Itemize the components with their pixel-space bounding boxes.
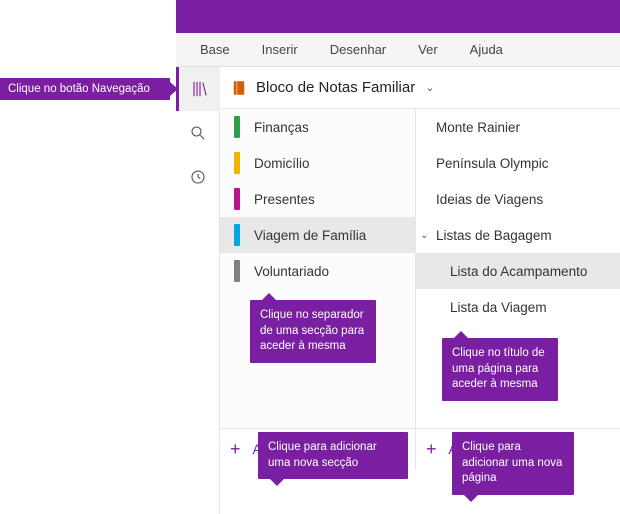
sections-panel: Finanças Domicílio Presentes Viagem de F…: [220, 109, 416, 470]
nav-notebooks-button[interactable]: [176, 67, 220, 111]
navigation-rail: [176, 67, 220, 514]
callout-navigation: Clique no botão Navegação: [0, 78, 170, 100]
nav-search-button[interactable]: [176, 111, 220, 155]
page-label: Ideias de Viagens: [436, 192, 543, 207]
plus-icon: +: [230, 439, 241, 460]
search-icon: [189, 124, 207, 142]
section-item-presentes[interactable]: Presentes: [220, 181, 415, 217]
page-subitem[interactable]: Lista do Acampamento: [416, 253, 620, 289]
clock-icon: [189, 168, 207, 186]
plus-icon: +: [426, 439, 437, 460]
page-label: Listas de Bagagem: [436, 228, 552, 243]
books-icon: [191, 80, 209, 98]
pages-panel: Monte Rainier Península Olympic Ideias d…: [416, 109, 620, 470]
page-label: Lista do Acampamento: [450, 264, 587, 279]
callout-add-page: Clique para adicionar uma nova página: [452, 432, 574, 495]
section-color-tab: [234, 224, 240, 246]
tab-base[interactable]: Base: [184, 33, 246, 66]
section-label: Voluntariado: [254, 264, 329, 279]
tab-inserir[interactable]: Inserir: [246, 33, 314, 66]
section-label: Finanças: [254, 120, 309, 135]
page-item-expandable[interactable]: ⌄ Listas de Bagagem: [416, 217, 620, 253]
section-color-tab: [234, 116, 240, 138]
callout-text: Clique para adicionar uma nova secção: [268, 441, 377, 469]
callout-navigation-text: Clique no botão Navegação: [8, 83, 150, 95]
page-label: Monte Rainier: [436, 120, 520, 135]
notebook-title: Bloco de Notas Familiar: [256, 79, 415, 96]
page-label: Lista da Viagem: [450, 300, 547, 315]
section-item-financas[interactable]: Finanças: [220, 109, 415, 145]
section-item-domicilio[interactable]: Domicílio: [220, 145, 415, 181]
tab-desenhar[interactable]: Desenhar: [314, 33, 402, 66]
tab-ajuda[interactable]: Ajuda: [454, 33, 519, 66]
nav-recent-button[interactable]: [176, 155, 220, 199]
ribbon-tabs: Base Inserir Desenhar Ver Ajuda: [176, 33, 620, 67]
callout-text: Clique no título de uma página para aced…: [452, 347, 545, 390]
section-label: Presentes: [254, 192, 315, 207]
callout-section-tab: Clique no separador de uma secção para a…: [250, 300, 376, 363]
section-label: Domicílio: [254, 156, 310, 171]
page-item[interactable]: Monte Rainier: [416, 109, 620, 145]
callout-text: Clique no separador de uma secção para a…: [260, 309, 364, 352]
callout-text: Clique para adicionar uma nova página: [462, 441, 562, 484]
section-color-tab: [234, 260, 240, 282]
page-label: Península Olympic: [436, 156, 549, 171]
section-color-tab: [234, 152, 240, 174]
callout-page-title: Clique no título de uma página para aced…: [442, 338, 558, 401]
title-bar: [176, 0, 620, 33]
chevron-down-icon[interactable]: ⌄: [420, 230, 428, 241]
page-subitem[interactable]: Lista da Viagem: [416, 289, 620, 325]
section-item-viagem[interactable]: Viagem de Família: [220, 217, 415, 253]
chevron-down-icon: ⌄: [425, 81, 434, 94]
callout-add-section: Clique para adicionar uma nova secção: [258, 432, 408, 479]
notebook-header[interactable]: Bloco de Notas Familiar ⌄: [220, 67, 620, 109]
page-item[interactable]: Península Olympic: [416, 145, 620, 181]
tab-ver[interactable]: Ver: [402, 33, 454, 66]
section-item-voluntariado[interactable]: Voluntariado: [220, 253, 415, 289]
notebook-icon: [230, 79, 248, 97]
section-color-tab: [234, 188, 240, 210]
page-item[interactable]: Ideias de Viagens: [416, 181, 620, 217]
section-label: Viagem de Família: [254, 228, 366, 243]
